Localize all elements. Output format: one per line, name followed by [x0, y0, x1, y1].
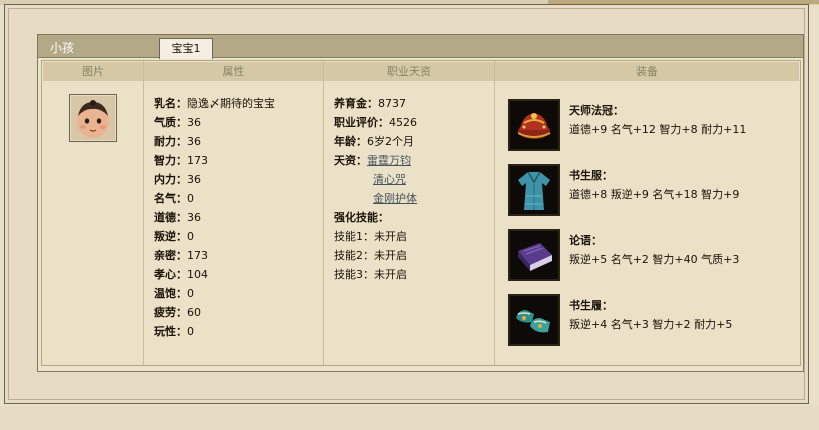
gift-link-clear-mind[interactable]: 清心咒	[373, 173, 406, 186]
attr-row-filial-piety: 孝心：104	[154, 266, 208, 282]
talent-value: 8737	[378, 97, 406, 110]
book-icon[interactable]	[508, 229, 560, 281]
hat-icon[interactable]	[508, 99, 560, 151]
attr-row-playfulness: 玩性：0	[154, 323, 194, 339]
column-divider	[323, 61, 324, 365]
attr-label: 耐力：	[154, 135, 187, 148]
talent-row-gift: 天资：雷霆万钧	[334, 152, 411, 168]
talent-value: 4526	[389, 116, 417, 129]
attr-row-morality: 道德：36	[154, 209, 201, 225]
column-divider	[494, 61, 495, 365]
equip-stats: 道德+8 叛逆+9 名气+18 智力+9	[569, 188, 740, 201]
attr-label: 名气：	[154, 192, 187, 205]
attr-value: 173	[187, 154, 208, 167]
attr-value: 104	[187, 268, 208, 281]
skill-row: 技能1：未开启	[334, 228, 407, 244]
talent-label: 年龄：	[334, 135, 367, 148]
skill-value: 未开启	[374, 249, 407, 262]
talent-row-gift: 金刚护体	[373, 190, 417, 206]
attr-value: 0	[187, 287, 194, 300]
attr-row-inner-power: 内力：36	[154, 171, 201, 187]
attr-row-intelligence: 智力：173	[154, 152, 208, 168]
bottom-area	[0, 406, 819, 430]
attr-value: 60	[187, 306, 201, 319]
attr-label: 温饱：	[154, 287, 187, 300]
equip-name: 书生履：	[569, 299, 613, 312]
attr-label: 疲劳：	[154, 306, 187, 319]
gift-link-thunder[interactable]: 雷霆万钧	[367, 154, 411, 167]
column-header-equipment: 装备	[495, 62, 799, 81]
robe-icon[interactable]	[508, 164, 560, 216]
attr-value: 隐逸〆期待的宝宝	[187, 97, 275, 110]
column-divider	[143, 61, 144, 365]
attr-row-fatigue: 疲劳：60	[154, 304, 201, 320]
talent-row-age: 年龄：6岁2个月	[334, 133, 414, 149]
column-header-picture: 图片	[43, 62, 143, 81]
equip-stats: 叛逆+5 名气+2 智力+40 气质+3	[569, 253, 740, 266]
talent-value: 6岁2个月	[367, 135, 414, 148]
attr-label: 智力：	[154, 154, 187, 167]
attr-value: 0	[187, 230, 194, 243]
panel-title: 小孩	[50, 41, 75, 55]
talent-row-gift: 清心咒	[373, 171, 406, 187]
skill-row: 技能2：未开启	[334, 247, 407, 263]
column-header-talent: 职业天资	[324, 62, 494, 81]
panel-titlebar: 小孩 宝宝1	[38, 35, 803, 59]
attr-label: 孝心：	[154, 268, 187, 281]
child-panel: 小孩 宝宝1 图片 属性 职业天资 装备 乳名：隐逸〆期待的宝宝 气质：36 耐…	[37, 34, 804, 372]
attr-row-rebellion: 叛逆：0	[154, 228, 194, 244]
attr-row-intimacy: 亲密：173	[154, 247, 208, 263]
shoes-icon[interactable]	[508, 294, 560, 346]
talent-label: 养育金：	[334, 97, 378, 110]
talent-row-money: 养育金：8737	[334, 95, 406, 111]
tab-baby1[interactable]: 宝宝1	[159, 38, 213, 59]
attr-row-fame: 名气：0	[154, 190, 194, 206]
attr-label: 亲密：	[154, 249, 187, 262]
equip-name: 书生服：	[569, 169, 613, 182]
attr-value: 0	[187, 192, 194, 205]
equip-stats: 叛逆+4 名气+3 智力+2 耐力+5	[569, 318, 733, 331]
baby-avatar	[69, 94, 117, 142]
attr-value: 173	[187, 249, 208, 262]
skill-row: 技能3：未开启	[334, 266, 407, 282]
skill-label: 技能1：	[334, 230, 374, 243]
talent-label: 职业评价：	[334, 116, 389, 129]
attr-label: 玩性：	[154, 325, 187, 338]
attr-value: 0	[187, 325, 194, 338]
attr-row-nickname: 乳名：隐逸〆期待的宝宝	[154, 95, 275, 111]
skill-value: 未开启	[374, 230, 407, 243]
skills-heading: 强化技能：	[334, 211, 389, 224]
attr-label: 道德：	[154, 211, 187, 224]
skill-value: 未开启	[374, 268, 407, 281]
skill-label: 技能3：	[334, 268, 374, 281]
talent-label: 天资：	[334, 154, 367, 167]
attr-label: 叛逆：	[154, 230, 187, 243]
content-area: 图片 属性 职业天资 装备 乳名：隐逸〆期待的宝宝 气质：36 耐力：36 智力…	[41, 60, 801, 366]
equip-name: 论语：	[569, 234, 602, 247]
attr-value: 36	[187, 173, 201, 186]
attr-value: 36	[187, 135, 201, 148]
attr-label: 内力：	[154, 173, 187, 186]
attr-label: 气质：	[154, 116, 187, 129]
talent-row-rating: 职业评价：4526	[334, 114, 417, 130]
column-header-attributes: 属性	[144, 62, 323, 81]
equip-stats: 道德+9 名气+12 智力+8 耐力+11	[569, 123, 747, 136]
skill-label: 技能2：	[334, 249, 374, 262]
talent-row-skills-heading: 强化技能：	[334, 209, 389, 225]
gift-link-vajra[interactable]: 金刚护体	[373, 192, 417, 205]
attr-row-stamina: 耐力：36	[154, 133, 201, 149]
attr-row-fullness: 温饱：0	[154, 285, 194, 301]
equip-name: 天师法冠：	[569, 104, 624, 117]
attr-label: 乳名：	[154, 97, 187, 110]
attr-value: 36	[187, 116, 201, 129]
attr-value: 36	[187, 211, 201, 224]
attr-row-temperament: 气质：36	[154, 114, 201, 130]
